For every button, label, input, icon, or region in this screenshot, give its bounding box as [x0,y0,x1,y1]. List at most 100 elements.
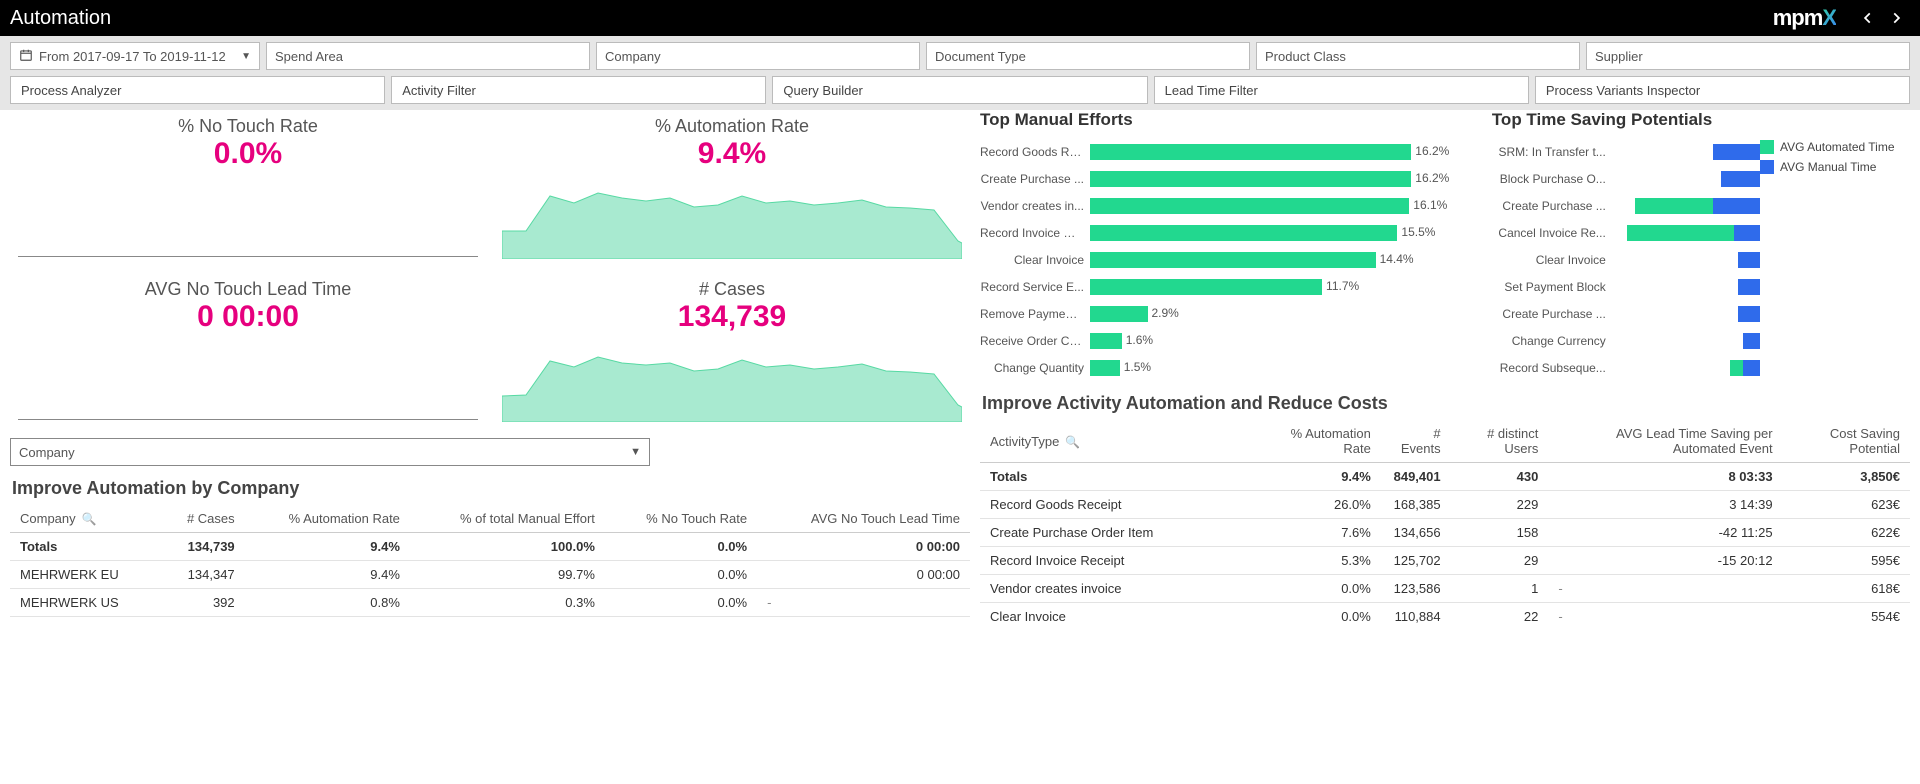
bar-label: Create Purchase ... [980,172,1090,186]
spend-area-filter[interactable]: Spend Area [266,42,590,70]
bar-item[interactable]: Vendor creates in...16.1% [980,192,1482,219]
kpi-label: AVG No Touch Lead Time [10,273,486,300]
bar-label: Record Service E... [980,280,1090,294]
bar-item[interactable]: Remove Payment...2.9% [980,300,1482,327]
tab-process-analyzer[interactable]: Process Analyzer [10,76,385,104]
bar-item[interactable]: Create Purchase ... [1492,300,1760,327]
th-notouch[interactable]: % No Touch Rate [605,505,757,533]
th-cases[interactable]: # Cases [159,505,244,533]
table-row[interactable]: Record Goods Receipt26.0%168,3852293 14:… [980,491,1910,519]
date-range-filter[interactable]: From 2017-09-17 To 2019-11-12 ▼ [10,42,260,70]
bar-item[interactable]: Change Currency [1492,327,1760,354]
top-manual-title: Top Manual Efforts [980,110,1482,130]
legend-swatch-auto [1760,140,1774,154]
bar-fill [1090,306,1148,322]
supplier-filter[interactable]: Supplier [1586,42,1910,70]
th-manual[interactable]: % of total Manual Effort [410,505,605,533]
bar-seg-manual [1738,252,1760,268]
chevron-left-icon [1861,11,1875,25]
bar-label: Clear Invoice [980,253,1090,267]
bar-label: Record Subseque... [1492,361,1612,375]
table-row[interactable]: MEHRWERK US3920.8%0.3%0.0%- [10,589,970,617]
bar-label: Cancel Invoice Re... [1492,226,1612,240]
bar-fill [1090,225,1397,241]
table-row-totals: Totals9.4%849,4014308 03:333,850€ [980,463,1910,491]
top-saving-legend: AVG Automated Time AVG Manual Time [1760,110,1910,381]
th-company[interactable]: Company🔍 [10,505,159,533]
caret-down-icon: ▼ [630,446,641,458]
table-row[interactable]: Clear Invoice0.0%110,88422-554€ [980,603,1910,631]
bar-item[interactable]: Record Service E...11.7% [980,273,1482,300]
th-events[interactable]: # Events [1381,420,1451,463]
bar-item[interactable]: Create Purchase ... [1492,192,1760,219]
th-activity[interactable]: ActivityType🔍 [980,420,1260,463]
search-icon: 🔍 [82,512,97,526]
legend-swatch-manual [1760,160,1774,174]
bar-item[interactable]: Block Purchase O... [1492,165,1760,192]
company-filter[interactable]: Company [596,42,920,70]
improve-company-title: Improve Automation by Company [12,478,970,499]
th-cost[interactable]: Cost Saving Potential [1783,420,1910,463]
kpi-cases: # Cases 134,739 [494,273,970,428]
tab-lead-time-filter[interactable]: Lead Time Filter [1154,76,1529,104]
bar-value: 16.2% [1415,144,1449,158]
th-lead[interactable]: AVG No Touch Lead Time [757,505,970,533]
bar-fill [1090,171,1411,187]
brand-logo: mpmX [1773,5,1836,31]
bar-label: Change Quantity [980,361,1090,375]
document-type-filter[interactable]: Document Type [926,42,1250,70]
kpi-automation-rate: % Automation Rate 9.4% [494,110,970,265]
bar-seg-manual [1734,225,1760,241]
bar-item[interactable]: SRM: In Transfer t... [1492,138,1760,165]
kpi-value: 9.4% [494,137,970,171]
kpi-value: 0.0% [10,137,486,171]
bar-item[interactable]: Record Subseque... [1492,354,1760,381]
bar-label: Create Purchase ... [1492,307,1612,321]
bar-label: Record Goods Re... [980,145,1090,159]
th-lead[interactable]: AVG Lead Time Saving per Automated Event [1548,420,1782,463]
calendar-icon [19,48,33,65]
nav-next-button[interactable] [1882,4,1910,32]
date-range-value: From 2017-09-17 To 2019-11-12 [39,49,226,64]
table-row[interactable]: Record Invoice Receipt5.3%125,70229-15 2… [980,547,1910,575]
legend-auto-label: AVG Automated Time [1780,140,1895,154]
th-users[interactable]: # distinct Users [1451,420,1549,463]
bar-value: 15.5% [1401,225,1435,239]
bar-fill [1090,279,1322,295]
bar-item[interactable]: Record Invoice Re...15.5% [980,219,1482,246]
bar-item[interactable]: Record Goods Re... 16.2% [980,138,1482,165]
table-row[interactable]: Vendor creates invoice0.0%123,5861-618€ [980,575,1910,603]
table-row[interactable]: Create Purchase Order Item7.6%134,656158… [980,519,1910,547]
bar-seg-auto [1635,198,1712,214]
tab-query-builder[interactable]: Query Builder [772,76,1147,104]
bar-item[interactable]: Cancel Invoice Re... [1492,219,1760,246]
bar-item[interactable]: Set Payment Block [1492,273,1760,300]
legend-manual-label: AVG Manual Time [1780,160,1876,174]
bar-value: 16.1% [1413,198,1447,212]
kpi-no-touch-lead-time: AVG No Touch Lead Time 0 00:00 [10,273,486,428]
filter-row: From 2017-09-17 To 2019-11-12 ▼ Spend Ar… [0,36,1920,70]
tab-process-variants-inspector[interactable]: Process Variants Inspector [1535,76,1910,104]
caret-down-icon: ▼ [241,51,251,62]
company-dropdown[interactable]: Company ▼ [10,438,650,466]
bar-item[interactable]: Clear Invoice14.4% [980,246,1482,273]
bar-item[interactable]: Receive Order Co...1.6% [980,327,1482,354]
improve-company-table: Company🔍 # Cases % Automation Rate % of … [10,505,970,617]
bar-item[interactable]: Change Quantity1.5% [980,354,1482,381]
top-manual-chart: Record Goods Re... 16.2% Create Purchase .… [980,138,1482,381]
bar-item[interactable]: Create Purchase ...16.2% [980,165,1482,192]
th-auto[interactable]: % Automation Rate [245,505,410,533]
bar-label: Clear Invoice [1492,253,1612,267]
kpi-no-touch-rate: % No Touch Rate 0.0% [10,110,486,265]
kpi-value: 134,739 [494,300,970,334]
search-icon: 🔍 [1065,435,1080,449]
th-auto[interactable]: % Automation Rate [1260,420,1381,463]
kpi-label: # Cases [494,273,970,300]
nav-prev-button[interactable] [1854,4,1882,32]
bar-item[interactable]: Clear Invoice [1492,246,1760,273]
tab-activity-filter[interactable]: Activity Filter [391,76,766,104]
kpi-label: % Automation Rate [494,110,970,137]
table-row[interactable]: MEHRWERK EU134,3479.4%99.7%0.0%0 00:00 [10,561,970,589]
product-class-filter[interactable]: Product Class [1256,42,1580,70]
bar-seg-auto [1730,360,1743,376]
